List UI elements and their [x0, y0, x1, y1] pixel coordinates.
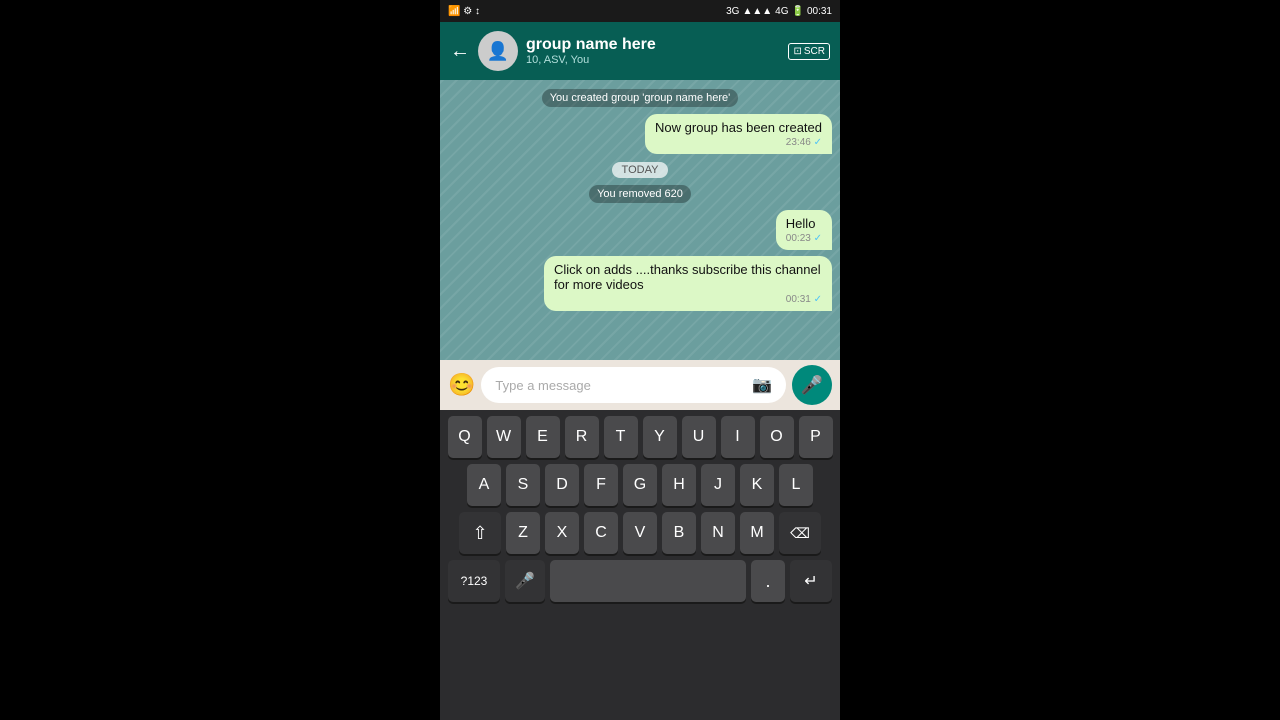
msg-time: 00:23	[786, 233, 811, 244]
input-area: 😊 Type a message 📷 🎤	[440, 360, 840, 410]
time-label: 00:31	[807, 6, 832, 17]
chat-area: You created group 'group name here' Now …	[440, 80, 840, 360]
battery-icon: 🔋	[792, 6, 804, 17]
key-s[interactable]: S	[506, 464, 540, 506]
key-g[interactable]: G	[623, 464, 657, 506]
input-placeholder: Type a message	[495, 378, 590, 393]
status-bar: 📶 ⚙ ↕ 3G ▲▲▲ 4G 🔋 00:31	[440, 0, 840, 22]
message-input-box[interactable]: Type a message 📷	[481, 367, 786, 403]
bubble: Click on adds ....thanks subscribe this …	[544, 256, 832, 311]
keyboard-bottom-row: ?123 🎤 . ↵	[444, 560, 836, 602]
back-button[interactable]: ←	[450, 40, 470, 63]
chat-header: ← 👤 group name here 10, ASV, You ⊡ SCR	[440, 22, 840, 80]
key-l[interactable]: L	[779, 464, 813, 506]
camera-button[interactable]: 📷	[752, 375, 772, 395]
key-m[interactable]: M	[740, 512, 774, 554]
signal-strength: ▲▲▲	[742, 6, 772, 17]
status-right: 3G ▲▲▲ 4G 🔋 00:31	[726, 6, 832, 17]
key-q[interactable]: Q	[448, 416, 482, 458]
system-message-removed: You removed 620	[448, 184, 832, 202]
keyboard-row-2: A S D F G H J K L	[444, 464, 836, 506]
message-group-created: Now group has been created 23:46 ✓	[448, 114, 832, 154]
keyboard: Q W E R T Y U I O P A S D F G H J K L ⇧ …	[440, 410, 840, 720]
avatar[interactable]: 👤	[478, 31, 518, 71]
key-x[interactable]: X	[545, 512, 579, 554]
keyboard-row-3: ⇧ Z X C V B N M ⌫	[444, 512, 836, 554]
keyboard-mic-key[interactable]: 🎤	[505, 560, 545, 602]
key-e[interactable]: E	[526, 416, 560, 458]
key-z[interactable]: Z	[506, 512, 540, 554]
key-k[interactable]: K	[740, 464, 774, 506]
date-label: TODAY	[612, 162, 669, 178]
system-message-text: You created group 'group name here'	[542, 89, 739, 107]
keyboard-row-1: Q W E R T Y U I O P	[444, 416, 836, 458]
msg-text: Now group has been created	[655, 120, 822, 135]
bubble: Hello 00:23 ✓	[776, 210, 832, 250]
emoji-button[interactable]: 😊	[448, 372, 475, 398]
number-switch-key[interactable]: ?123	[448, 560, 500, 602]
system-message-created: You created group 'group name here'	[448, 88, 832, 106]
msg-meta: 00:31 ✓	[554, 294, 822, 305]
key-u[interactable]: U	[682, 416, 716, 458]
space-key[interactable]	[550, 560, 746, 602]
scr-label: SCR	[804, 46, 825, 57]
key-c[interactable]: C	[584, 512, 618, 554]
header-info: group name here 10, ASV, You	[526, 36, 780, 66]
msg-meta: 00:23 ✓	[786, 233, 822, 244]
enter-key[interactable]: ↵	[790, 560, 832, 602]
avatar-icon: 👤	[487, 41, 509, 62]
key-h[interactable]: H	[662, 464, 696, 506]
msg-text: Hello	[786, 216, 822, 231]
key-a[interactable]: A	[467, 464, 501, 506]
key-t[interactable]: T	[604, 416, 638, 458]
backspace-key[interactable]: ⌫	[779, 512, 821, 554]
mic-icon: 🎤	[801, 375, 823, 396]
key-f[interactable]: F	[584, 464, 618, 506]
key-v[interactable]: V	[623, 512, 657, 554]
key-y[interactable]: Y	[643, 416, 677, 458]
group-name: group name here	[526, 36, 780, 54]
period-key[interactable]: .	[751, 560, 785, 602]
key-r[interactable]: R	[565, 416, 599, 458]
key-n[interactable]: N	[701, 512, 735, 554]
key-o[interactable]: O	[760, 416, 794, 458]
message-hello: Hello 00:23 ✓	[448, 210, 832, 250]
key-i[interactable]: I	[721, 416, 755, 458]
date-divider: TODAY	[448, 160, 832, 178]
screenshot-icon[interactable]: ⊡ SCR	[788, 43, 830, 60]
shift-key[interactable]: ⇧	[459, 512, 501, 554]
key-w[interactable]: W	[487, 416, 521, 458]
signal-icons: 📶 ⚙ ↕	[448, 6, 480, 17]
key-b[interactable]: B	[662, 512, 696, 554]
network-label: 3G	[726, 6, 739, 17]
key-d[interactable]: D	[545, 464, 579, 506]
system-message-text-removed: You removed 620	[589, 185, 691, 203]
mic-button[interactable]: 🎤	[792, 365, 832, 405]
check-mark: ✓	[814, 294, 822, 305]
bubble: Now group has been created 23:46 ✓	[645, 114, 832, 154]
check-mark: ✓	[814, 233, 822, 244]
message-subscribe: Click on adds ....thanks subscribe this …	[448, 256, 832, 311]
phone-screen: 📶 ⚙ ↕ 3G ▲▲▲ 4G 🔋 00:31 ← 👤 group name h…	[440, 0, 840, 720]
status-left: 📶 ⚙ ↕	[448, 6, 480, 17]
key-j[interactable]: J	[701, 464, 735, 506]
header-actions: ⊡ SCR	[788, 43, 830, 60]
lte-label: 4G	[775, 6, 788, 17]
msg-text: Click on adds ....thanks subscribe this …	[554, 262, 822, 292]
key-p[interactable]: P	[799, 416, 833, 458]
group-members: 10, ASV, You	[526, 54, 780, 66]
check-mark: ✓	[814, 137, 822, 148]
msg-meta: 23:46 ✓	[655, 137, 822, 148]
msg-time: 00:31	[786, 294, 811, 305]
msg-time: 23:46	[786, 137, 811, 148]
